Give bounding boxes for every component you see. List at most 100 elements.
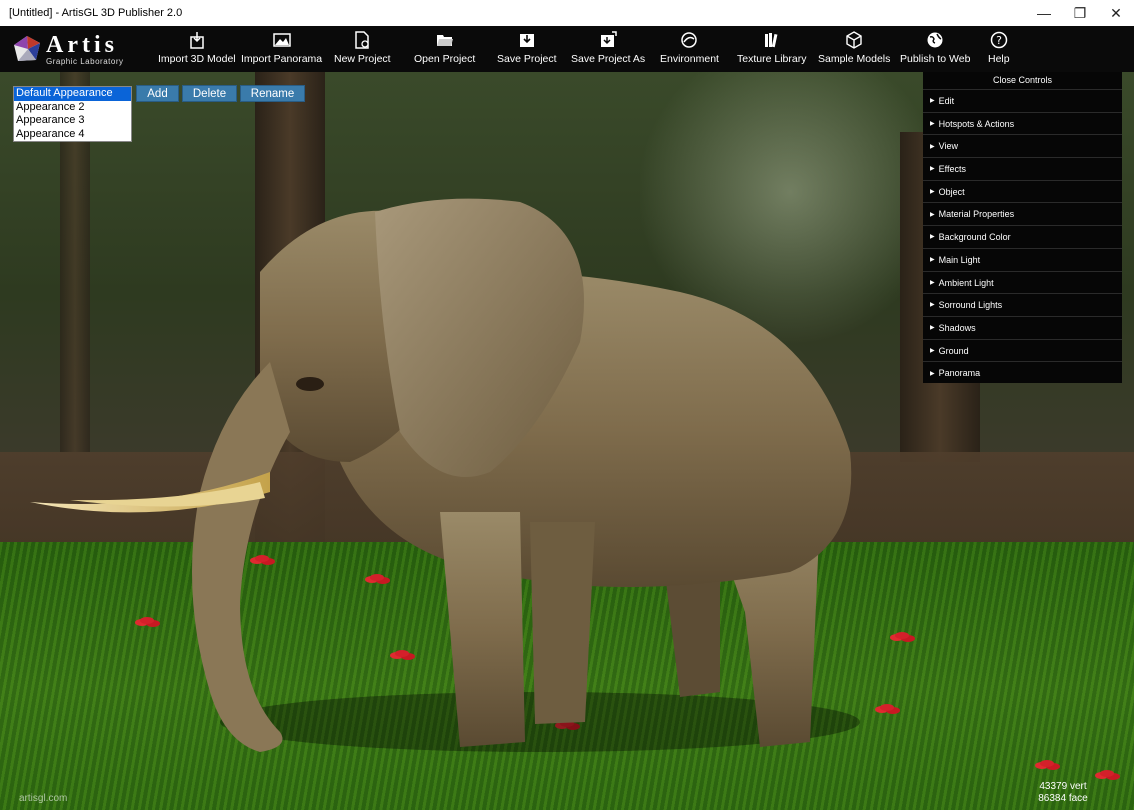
toolbar-label: Help <box>988 53 1010 65</box>
control-effects[interactable]: ▶ Effects <box>923 157 1122 180</box>
control-material-properties[interactable]: ▶ Material Properties <box>923 202 1122 225</box>
save-project-button[interactable]: Save Project <box>497 30 557 70</box>
logo-gem-icon <box>12 34 42 64</box>
triangle-right-icon: ▶ <box>930 98 935 105</box>
control-edit[interactable]: ▶ Edit <box>923 89 1122 112</box>
triangle-right-icon: ▶ <box>930 189 935 196</box>
control-main-light[interactable]: ▶ Main Light <box>923 247 1122 271</box>
library-icon <box>763 30 781 50</box>
control-label: Main Light <box>938 254 981 265</box>
flower <box>895 632 909 639</box>
import-3d-model-button[interactable]: Import 3D Model <box>158 30 236 70</box>
toolbar-label: Publish to Web <box>900 53 971 65</box>
minimize-button[interactable]: — <box>1026 0 1062 26</box>
elephant-model[interactable] <box>20 132 870 772</box>
toolbar-label: Open Project <box>414 53 476 65</box>
toolbar-label: Sample Models <box>818 53 891 65</box>
flower <box>1100 770 1114 777</box>
control-view[interactable]: ▶ View <box>923 134 1122 157</box>
triangle-right-icon: ▶ <box>930 234 935 241</box>
control-label: Material Properties <box>938 209 1015 220</box>
window-title: [Untitled] - ArtisGL 3D Publisher 2.0 <box>9 7 183 19</box>
triangle-right-icon: ▶ <box>930 347 935 354</box>
svg-text:?: ? <box>996 34 1002 47</box>
control-surround-lights[interactable]: ▶ Sorround Lights <box>923 293 1122 316</box>
triangle-right-icon: ▶ <box>930 211 935 218</box>
save-as-icon <box>599 30 617 50</box>
appearance-list[interactable]: Default Appearance Appearance 2 Appearan… <box>13 86 132 142</box>
folder-open-icon <box>436 30 454 50</box>
control-label: Object <box>938 186 965 197</box>
triangle-right-icon: ▶ <box>930 302 935 309</box>
control-object[interactable]: ▶ Object <box>923 179 1122 203</box>
open-project-button[interactable]: Open Project <box>414 30 475 70</box>
vertex-count: 43379 vert <box>1039 781 1087 792</box>
face-count: 86384 face <box>1038 793 1088 804</box>
flower <box>880 704 894 711</box>
control-ambient-light[interactable]: ▶ Ambient Light <box>923 270 1122 294</box>
watermark: artisgl.com <box>19 793 68 804</box>
close-controls-button[interactable]: Close Controls <box>923 72 1122 89</box>
save-project-as-button[interactable]: Save Project As <box>571 30 645 70</box>
import-model-icon <box>188 30 206 50</box>
model-stats: 43379 vert 86384 face <box>1028 781 1098 805</box>
rename-appearance-button[interactable]: Rename <box>240 85 305 102</box>
toolbar-label: New Project <box>334 53 391 65</box>
control-ground[interactable]: ▶ Ground <box>923 338 1122 362</box>
appearance-item-2[interactable]: Appearance 2 <box>14 101 131 115</box>
triangle-right-icon: ▶ <box>930 325 935 332</box>
control-label: Shadows <box>938 322 976 333</box>
toolbar-label: Import Panorama <box>241 53 323 65</box>
title-bar: [Untitled] - ArtisGL 3D Publisher 2.0 — … <box>0 0 1134 26</box>
triangle-right-icon: ▶ <box>930 120 935 127</box>
delete-appearance-button[interactable]: Delete <box>182 85 237 102</box>
help-button[interactable]: ? Help <box>988 30 1010 70</box>
environment-button[interactable]: Environment <box>660 30 719 70</box>
appearance-item-3[interactable]: Appearance 3 <box>14 114 131 128</box>
flower <box>1040 760 1054 767</box>
controls-panel: Close Controls ▶ Edit ▶ Hotspots & Actions… <box>923 72 1122 383</box>
control-label: Sorround Lights <box>938 300 1003 311</box>
toolbar-label: Save Project As <box>571 53 646 65</box>
logo-name: Artis <box>46 31 118 58</box>
toolbar-label: Save Project <box>497 53 557 65</box>
sample-models-button[interactable]: Sample Models <box>818 30 890 70</box>
environment-icon <box>680 30 698 50</box>
save-icon <box>518 30 536 50</box>
control-label: Hotspots & Actions <box>938 118 1015 129</box>
toolbar-label: Import 3D Model <box>158 53 236 65</box>
globe-icon <box>926 30 944 50</box>
main-toolbar: Artis Graphic Laboratory Import 3D Model… <box>0 26 1134 72</box>
close-button[interactable]: ✕ <box>1098 0 1134 26</box>
control-label: Ground <box>938 345 969 356</box>
triangle-right-icon: ▶ <box>930 370 935 377</box>
control-background-color[interactable]: ▶ Background Color <box>923 225 1122 248</box>
help-icon: ? <box>990 30 1008 50</box>
texture-library-button[interactable]: Texture Library <box>737 30 806 70</box>
triangle-right-icon: ▶ <box>930 279 935 286</box>
control-label: View <box>938 141 958 152</box>
triangle-right-icon: ▶ <box>930 257 935 264</box>
control-shadows[interactable]: ▶ Shadows <box>923 315 1122 339</box>
control-label: Ambient Light <box>938 277 994 288</box>
import-panorama-button[interactable]: Import Panorama <box>241 30 322 70</box>
control-label: Edit <box>938 96 955 106</box>
appearance-item-4[interactable]: Appearance 4 <box>14 128 131 142</box>
control-label: Effects <box>938 164 966 175</box>
toolbar-label: Environment <box>660 53 719 65</box>
app-logo: Artis Graphic Laboratory <box>12 31 137 67</box>
new-project-icon <box>353 30 371 50</box>
logo-subtitle: Graphic Laboratory <box>46 56 124 66</box>
triangle-right-icon: ▶ <box>930 143 935 150</box>
restore-button[interactable]: ❐ <box>1062 0 1098 26</box>
panorama-icon <box>272 30 291 50</box>
control-label: Background Color <box>938 232 1011 243</box>
new-project-button[interactable]: New Project <box>334 30 391 70</box>
appearance-item-default[interactable]: Default Appearance <box>14 87 131 101</box>
control-hotspots-actions[interactable]: ▶ Hotspots & Actions <box>923 111 1122 135</box>
toolbar-label: Texture Library <box>737 53 807 65</box>
triangle-right-icon: ▶ <box>930 166 935 173</box>
add-appearance-button[interactable]: Add <box>136 85 179 102</box>
control-panorama[interactable]: ▶ Panorama <box>923 361 1122 384</box>
publish-to-web-button[interactable]: Publish to Web <box>900 30 970 70</box>
